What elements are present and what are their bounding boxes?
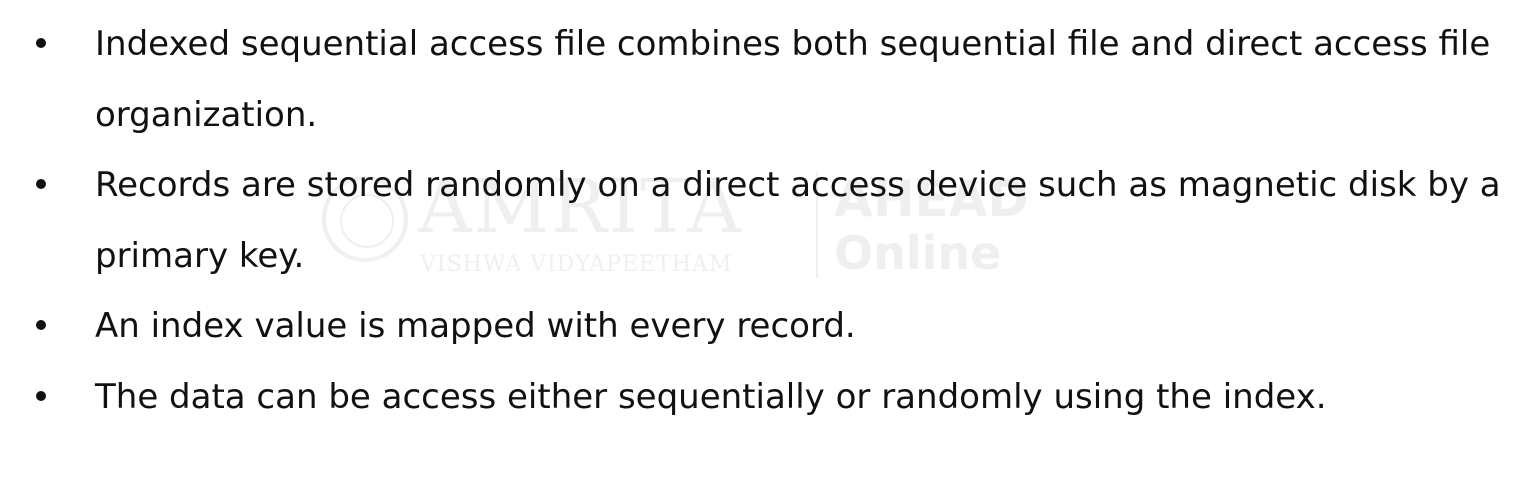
bullet-icon — [36, 179, 46, 189]
bullet-list: Indexed sequential access file combines … — [0, 9, 1535, 432]
bullet-icon — [36, 38, 46, 48]
bullet-item: Records are stored randomly on a direct … — [0, 150, 1535, 291]
bullet-text: Indexed sequential access file combines … — [95, 24, 1491, 135]
bullet-text: Records are stored randomly on a direct … — [95, 165, 1501, 276]
bullet-icon — [36, 320, 46, 330]
bullet-text: An index value is mapped with every reco… — [95, 306, 856, 346]
slide: AMRITA VISHWA VIDYAPEETHAM AHEAD Online … — [0, 0, 1535, 485]
bullet-item: The data can be access either sequential… — [0, 362, 1535, 433]
bullet-item: An index value is mapped with every reco… — [0, 291, 1535, 362]
bullet-item: Indexed sequential access file combines … — [0, 9, 1535, 150]
bullet-icon — [36, 390, 46, 401]
bullet-text: The data can be access either sequential… — [95, 376, 1327, 417]
